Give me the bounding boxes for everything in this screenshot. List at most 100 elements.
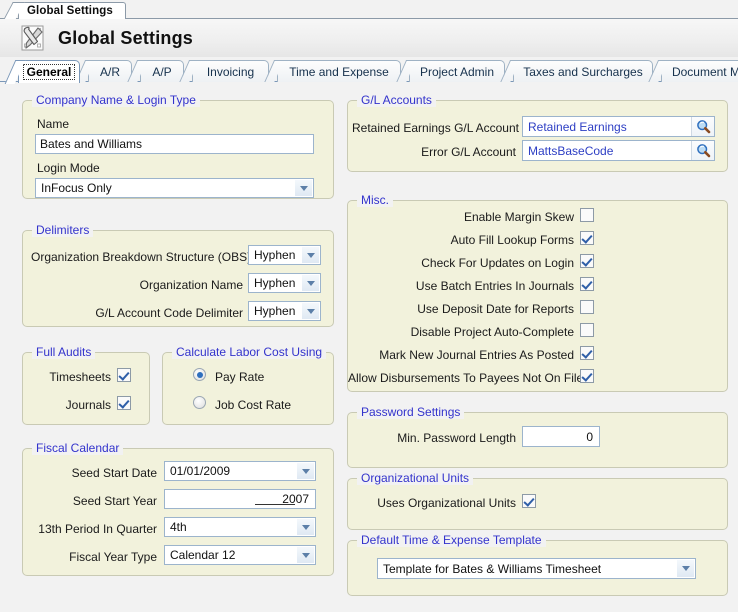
uses-organizational-units-checkbox[interactable] <box>522 494 536 508</box>
obs-delimiter-select[interactable]: Hyphen <box>248 245 321 265</box>
chevron-down-icon[interactable] <box>302 275 319 291</box>
fiscal-year-type-value: Calendar 12 <box>170 548 236 562</box>
chevron-down-icon[interactable] <box>297 463 314 479</box>
mark-new-journal-entries-checkbox[interactable] <box>580 346 594 360</box>
gl-account-code-delimiter-value: Hyphen <box>254 304 296 318</box>
radio-job-cost-rate[interactable] <box>193 396 206 409</box>
tab-general-label: General <box>22 64 76 80</box>
min-password-length-label: Min. Password Length <box>397 431 516 445</box>
panel-full-audits: Full Audits Timesheets Journals <box>22 345 150 425</box>
allow-disbursements-label: Allow Disbursements To Payees Not On Fil… <box>348 371 584 385</box>
default-template-select[interactable]: Template for Bates & Williams Timesheet <box>377 558 696 579</box>
enable-margin-skew-checkbox[interactable] <box>580 208 594 222</box>
gl-account-code-delimiter-select[interactable]: Hyphen <box>248 301 321 321</box>
pay-rate-label: Pay Rate <box>215 370 265 384</box>
check-for-updates-label: Check For Updates on Login <box>421 256 574 270</box>
retained-earnings-value: Retained Earnings <box>528 119 627 134</box>
tab-project-admin[interactable]: Project Admin <box>409 60 505 82</box>
retained-earnings-label: Retained Earnings G/L Account <box>352 121 519 135</box>
window-tabstrip: Global Settings <box>0 0 738 19</box>
name-label: Name <box>37 117 70 131</box>
gl-account-code-delimiter-label: G/L Account Code Delimiter <box>95 306 243 320</box>
chevron-down-icon[interactable] <box>302 303 319 319</box>
timesheets-label: Timesheets <box>49 370 111 384</box>
tab-taxes-and-surcharges[interactable]: Taxes and Surcharges <box>513 60 653 82</box>
period-13-select[interactable]: 4th <box>164 517 316 537</box>
window-tab-label: Global Settings <box>27 5 113 17</box>
magnifier-icon[interactable] <box>691 117 714 136</box>
panel-default-time-expense-template: Default Time & Expense Template Template… <box>347 533 728 596</box>
journals-checkbox[interactable] <box>117 396 131 410</box>
journals-label: Journals <box>65 398 111 412</box>
chevron-down-icon[interactable] <box>297 519 314 535</box>
timesheets-checkbox[interactable] <box>117 368 131 382</box>
tab-ar-label: A/R <box>99 64 120 79</box>
tab-invoicing[interactable]: Invoicing <box>192 60 269 82</box>
tab-project-admin-label: Project Admin <box>419 64 495 79</box>
organization-name-select[interactable]: Hyphen <box>248 273 321 293</box>
panel-organizational-units: Organizational Units Uses Organizational… <box>347 471 728 530</box>
disable-project-auto-complete-label: Disable Project Auto-Complete <box>410 325 574 339</box>
company-name-value: Bates and Williams <box>40 137 143 151</box>
retained-earnings-lookup[interactable]: Retained Earnings <box>522 116 715 137</box>
obs-delimiter-label: Organization Breakdown Structure (OBS) <box>31 250 252 264</box>
error-gl-account-label: Error G/L Account <box>421 145 516 159</box>
page-title: Global Settings <box>58 27 194 48</box>
panel-calculate-labor-cost: Calculate Labor Cost Using Pay Rate Job … <box>162 345 334 425</box>
job-cost-rate-label: Job Cost Rate <box>215 398 292 412</box>
panel-misc: Misc. Enable Margin Skew Auto Fill Looku… <box>347 193 728 392</box>
uses-organizational-units-label: Uses Organizational Units <box>377 496 516 510</box>
check-for-updates-checkbox[interactable] <box>580 254 594 268</box>
panel-fiscal-calendar: Fiscal Calendar Seed Start Date 01/01/20… <box>22 441 334 576</box>
tab-ar[interactable]: A/R <box>88 60 132 82</box>
chevron-down-icon[interactable] <box>302 247 319 263</box>
panel-gl-accounts: G/L Accounts Retained Earnings G/L Accou… <box>347 93 728 172</box>
tab-time-and-expense[interactable]: Time and Expense <box>277 60 401 82</box>
wrench-screwdriver-icon <box>18 23 48 53</box>
use-batch-entries-checkbox[interactable] <box>580 277 594 291</box>
fiscal-year-type-label: Fiscal Year Type <box>69 550 157 564</box>
use-batch-entries-label: Use Batch Entries In Journals <box>415 279 574 293</box>
chevron-down-icon[interactable] <box>677 560 694 577</box>
obs-delimiter-value: Hyphen <box>254 248 296 262</box>
settings-content: Company Name & Login Type Name Bates and… <box>0 82 738 612</box>
settings-tabrow: General A/R A/P Invoicing Time and Expen… <box>0 58 738 83</box>
magnifier-icon[interactable] <box>691 141 714 160</box>
chevron-down-icon[interactable] <box>297 547 314 563</box>
use-deposit-date-checkbox[interactable] <box>580 300 594 314</box>
period-13-value: 4th <box>170 520 187 534</box>
company-name-input[interactable]: Bates and Williams <box>35 134 314 154</box>
use-deposit-date-label: Use Deposit Date for Reports <box>417 302 574 316</box>
mark-new-journal-entries-label: Mark New Journal Entries As Posted <box>379 348 574 362</box>
allow-disbursements-checkbox[interactable] <box>580 369 594 383</box>
min-password-length-value: 0 <box>586 429 593 444</box>
seed-start-year-label: Seed Start Year <box>72 494 157 508</box>
tab-ap-label: A/P <box>152 64 172 79</box>
error-gl-account-lookup[interactable]: MattsBaseCode <box>522 140 715 161</box>
seed-start-year-input[interactable]: 2007 <box>164 489 316 509</box>
tab-general[interactable]: General <box>18 60 80 83</box>
min-password-length-input[interactable]: 0 <box>522 426 600 447</box>
window-tab-global-settings[interactable]: Global Settings <box>18 2 126 19</box>
panel-delimiters: Delimiters Organization Breakdown Struct… <box>22 223 334 327</box>
error-gl-account-value: MattsBaseCode <box>528 143 614 158</box>
tab-taxes-and-surcharges-label: Taxes and Surcharges <box>523 64 643 79</box>
seed-start-date-select[interactable]: 01/01/2009 <box>164 461 316 481</box>
default-template-value: Template for Bates & Williams Timesheet <box>383 561 602 576</box>
login-mode-value: InFocus Only <box>41 181 112 195</box>
tab-time-and-expense-label: Time and Expense <box>289 64 389 79</box>
tab-document-management[interactable]: Document Management <box>661 60 738 82</box>
seed-start-date-value: 01/01/2009 <box>170 464 231 478</box>
page-titlebar: Global Settings <box>0 19 738 57</box>
organization-name-label: Organization Name <box>139 278 243 292</box>
organization-name-value: Hyphen <box>254 276 296 290</box>
tab-ap[interactable]: A/P <box>140 60 184 82</box>
chevron-down-icon[interactable] <box>295 180 312 196</box>
period-13-label: 13th Period In Quarter <box>38 522 157 536</box>
panel-password-settings: Password Settings Min. Password Length 0 <box>347 405 728 468</box>
radio-pay-rate[interactable] <box>193 368 206 381</box>
disable-project-auto-complete-checkbox[interactable] <box>580 323 594 337</box>
fiscal-year-type-select[interactable]: Calendar 12 <box>164 545 316 565</box>
login-mode-select[interactable]: InFocus Only <box>35 178 314 198</box>
auto-fill-lookup-forms-checkbox[interactable] <box>580 231 594 245</box>
